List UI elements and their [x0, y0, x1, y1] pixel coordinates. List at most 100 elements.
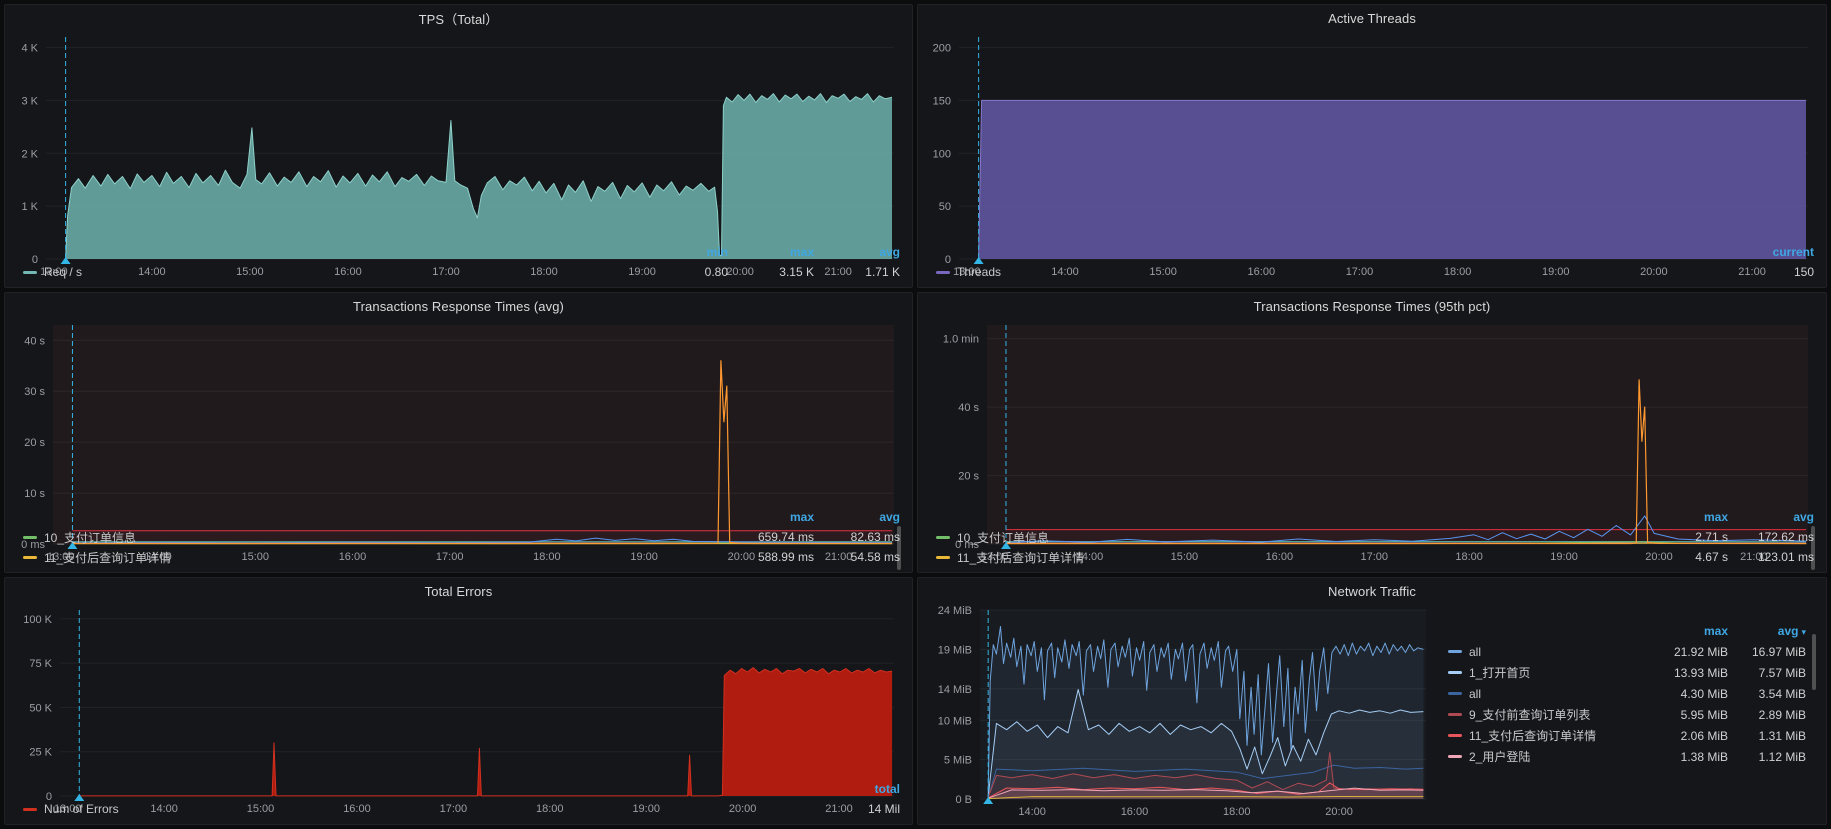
series-label[interactable]: Req / s	[44, 265, 82, 279]
legend-stat-header[interactable]: avg	[1728, 510, 1814, 524]
legend-stat-value: 54.58 ms	[814, 550, 900, 564]
legend-stat-header[interactable]: max	[1642, 510, 1728, 524]
legend-item[interactable]: 11_支付后查询订单详情588.99 ms54.58 ms	[23, 547, 900, 567]
series-swatch	[23, 271, 37, 274]
panel-header-active-threads[interactable]: Active Threads	[918, 5, 1826, 31]
legend-header-row: maxavg	[936, 507, 1814, 527]
series-swatch	[1448, 692, 1462, 695]
series-label[interactable]: 11_支付后查询订单详情	[44, 549, 171, 566]
panel-header-total-errors[interactable]: Total Errors	[5, 578, 912, 604]
svg-text:3 K: 3 K	[21, 95, 38, 107]
series-swatch	[1448, 671, 1462, 674]
legend-stat-value: 1.31 MiB	[1728, 729, 1806, 743]
series-label[interactable]: 1_打开首页	[1469, 664, 1530, 681]
svg-text:150: 150	[933, 95, 951, 107]
series-label-cell: 11_支付后查询订单详情	[1448, 727, 1650, 744]
panel-header-rt-avg[interactable]: Transactions Response Times (avg)	[5, 293, 912, 319]
panel-title-tps[interactable]: TPS（Total）	[419, 9, 499, 28]
rt-95-chart[interactable]: 0 ms20 s40 s1.0 min13:0014:0015:0016:001…	[924, 319, 1816, 506]
svg-text:1 K: 1 K	[21, 201, 38, 213]
legend-stat-value: 1.71 K	[814, 265, 900, 279]
series-label[interactable]: Num of Errors	[44, 802, 119, 816]
svg-text:20 s: 20 s	[958, 471, 979, 483]
legend-stat-header[interactable]: min	[642, 245, 728, 259]
legend-stat-header[interactable]: avg	[814, 510, 900, 524]
series-label-cell: all	[1448, 687, 1650, 701]
legend-stat-value: 1.38 MiB	[1650, 750, 1728, 764]
sort-caret-icon: ▾	[1801, 627, 1806, 637]
chart-canvas[interactable]: 0 B5 MiB10 MiB14 MiB19 MiB24 MiB14:0016:…	[924, 604, 1434, 821]
svg-text:0 B: 0 B	[955, 794, 972, 806]
series-swatch	[936, 271, 950, 274]
active-threads-chart[interactable]: 05010015020013:0014:0015:0016:0017:0018:…	[924, 31, 1816, 241]
legend-stat-value: 14 Mil	[814, 802, 900, 816]
series-label[interactable]: all	[1469, 687, 1481, 701]
legend-item[interactable]: 2_用户登陆1.38 MiB1.12 MiB	[1448, 746, 1806, 767]
series-label[interactable]: all	[1469, 645, 1481, 659]
panel-rt-avg: Transactions Response Times (avg) 0 ms10…	[4, 292, 913, 573]
legend-stat-header[interactable]: max	[728, 510, 814, 524]
series-label-cell: Threads	[936, 265, 1728, 279]
legend-item[interactable]: Num of Errors 14 Mil	[23, 799, 900, 819]
legend-item[interactable]: 11_支付后查询订单详情 2.06 MiB1.31 MiB	[1448, 725, 1806, 746]
legend-item[interactable]: Threads 150	[936, 262, 1814, 282]
legend-item[interactable]: 11_支付后查询订单详情4.67 s123.01 ms	[936, 547, 1814, 567]
legend-scrollbar[interactable]	[897, 526, 901, 570]
legend-item[interactable]: 10_支付订单信息2.71 s172.62 ms	[936, 527, 1814, 547]
legend-item[interactable]: 9_支付前查询订单列表 5.95 MiB2.89 MiB	[1448, 704, 1806, 725]
legend-header-row: maxavg▾	[1448, 620, 1806, 641]
svg-text:100: 100	[933, 148, 951, 160]
svg-text:40 s: 40 s	[958, 402, 979, 414]
series-label[interactable]: Threads	[957, 265, 1001, 279]
legend-stat-value: 2.06 MiB	[1650, 729, 1728, 743]
legend-stat-value: 4.30 MiB	[1650, 687, 1728, 701]
legend-header-row: total	[23, 779, 900, 799]
series-swatch	[936, 556, 950, 559]
panel-title-network-traffic[interactable]: Network Traffic	[1328, 584, 1416, 599]
panel-header-rt-95[interactable]: Transactions Response Times (95th pct)	[918, 293, 1826, 319]
series-swatch	[23, 536, 37, 539]
series-label[interactable]: 11_支付后查询订单详情	[1469, 727, 1596, 744]
series-label[interactable]: 10_支付订单信息	[44, 529, 136, 546]
panel-title-rt-avg[interactable]: Transactions Response Times (avg)	[353, 299, 564, 314]
legend-scrollbar[interactable]	[1811, 526, 1815, 570]
legend-stat-value: 2.89 MiB	[1728, 708, 1806, 722]
legend-item[interactable]: 1_打开首页13.93 MiB7.57 MiB	[1448, 662, 1806, 683]
panel-title-rt-95[interactable]: Transactions Response Times (95th pct)	[1254, 299, 1491, 314]
series-label-cell: 11_支付后查询订单详情	[936, 549, 1642, 566]
rt-avg-chart[interactable]: 0 ms10 s20 s30 s40 s13:0014:0015:0016:00…	[11, 319, 902, 506]
legend-item[interactable]: all4.30 MiB3.54 MiB	[1448, 683, 1806, 704]
panel-header-tps[interactable]: TPS（Total）	[5, 5, 912, 31]
series-label-cell: 9_支付前查询订单列表	[1448, 706, 1650, 723]
panel-header-network-traffic[interactable]: Network Traffic	[918, 578, 1826, 604]
series-label[interactable]: 11_支付后查询订单详情	[957, 549, 1084, 566]
legend-stat-value: 5.95 MiB	[1650, 708, 1728, 722]
network-traffic-chart[interactable]: 0 B5 MiB10 MiB14 MiB19 MiB24 MiB14:0016:…	[924, 604, 1434, 821]
legend-stat-header[interactable]: max	[1650, 624, 1728, 638]
tps-chart[interactable]: 01 K2 K3 K4 K13:0014:0015:0016:0017:0018…	[11, 31, 902, 241]
legend-stat-value: 172.62 ms	[1728, 530, 1814, 544]
legend-stat-value: 150	[1728, 265, 1814, 279]
panel-title-active-threads[interactable]: Active Threads	[1328, 11, 1416, 26]
total-errors-legend: total Num of Errors 14 Mil	[11, 778, 902, 821]
legend-item[interactable]: 10_支付订单信息659.74 ms82.63 ms	[23, 527, 900, 547]
total-errors-chart[interactable]: 025 K50 K75 K100 K13:0014:0015:0016:0017…	[11, 604, 902, 778]
series-label[interactable]: 10_支付订单信息	[957, 529, 1049, 546]
legend-stat-header[interactable]: current	[1728, 245, 1814, 259]
series-label[interactable]: 2_用户登陆	[1469, 748, 1530, 765]
legend-item[interactable]: all21.92 MiB16.97 MiB	[1448, 641, 1806, 662]
legend-scrollbar[interactable]	[1812, 634, 1816, 690]
series-swatch	[1448, 755, 1462, 758]
series-label-cell: 11_支付后查询订单详情	[23, 549, 728, 566]
svg-text:50: 50	[939, 201, 951, 213]
panel-title-total-errors[interactable]: Total Errors	[425, 584, 493, 599]
series-label-cell: all	[1448, 645, 1650, 659]
legend-stat-header[interactable]: avg	[814, 245, 900, 259]
legend-stat-header[interactable]: max	[728, 245, 814, 259]
series-label[interactable]: 9_支付前查询订单列表	[1469, 706, 1590, 723]
legend-stat-header[interactable]: total	[814, 782, 900, 796]
legend-item[interactable]: Req / s0.803.15 K1.71 K	[23, 262, 900, 282]
tps-legend: minmaxavg Req / s0.803.15 K1.71 K	[11, 241, 902, 284]
legend-stat-header[interactable]: avg▾	[1728, 624, 1806, 638]
panel-active-threads: Active Threads 05010015020013:0014:0015:…	[917, 4, 1827, 288]
